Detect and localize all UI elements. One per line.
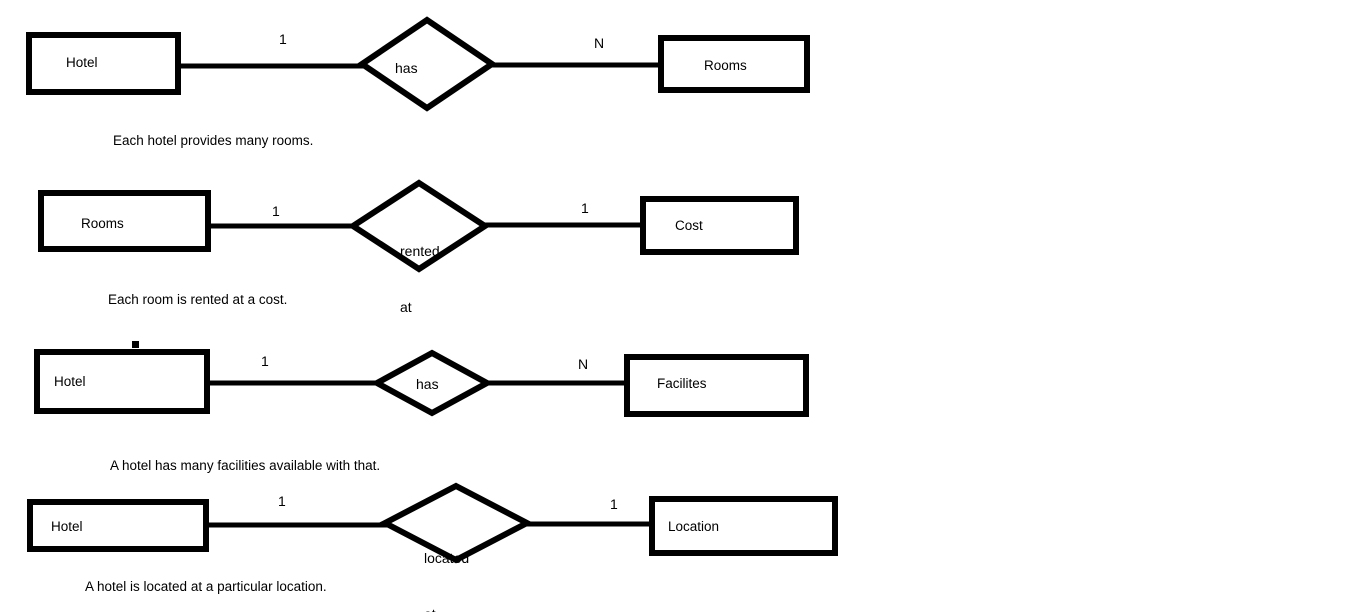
- er-diagram-canvas: Hotel 1 has N Rooms Each hotel provides …: [0, 0, 1360, 612]
- relationship-diamond-has-row-1: [356, 16, 498, 112]
- caption-row-3: A hotel has many facilities available wi…: [110, 458, 381, 473]
- cardinality-right-row-1: N: [594, 35, 605, 51]
- relationship-label-line-1: rented: [400, 242, 440, 259]
- entity-label-cost-row-2: Cost: [675, 218, 703, 233]
- cardinality-right-row-3: N: [578, 356, 589, 372]
- cardinality-right-row-4: 1: [610, 496, 618, 512]
- cardinality-left-row-4: 1: [278, 493, 286, 509]
- cardinality-left-row-2: 1: [272, 203, 280, 219]
- relationship-label-row-4: located at: [424, 511, 469, 612]
- relationship-label-line-2: at: [424, 605, 469, 612]
- caption-row-1: Each hotel provides many rooms.: [113, 133, 314, 148]
- entity-label-location-row-4: Location: [668, 519, 720, 534]
- relationship-label-row-1: has: [395, 60, 418, 76]
- cardinality-left-row-3: 1: [261, 353, 269, 369]
- entity-box-hotel-row-1: [26, 32, 181, 95]
- entity-label-rooms-row-2: Rooms: [81, 216, 124, 231]
- caption-row-4: A hotel is located at a particular locat…: [85, 579, 327, 594]
- relationship-label-row-3: has: [416, 376, 439, 392]
- cardinality-right-row-2: 1: [581, 200, 589, 216]
- caption-row-2: Each room is rented at a cost.: [108, 292, 288, 307]
- entity-label-rooms-row-1: Rooms: [704, 58, 747, 73]
- entity-label-facilites-row-3: Facilites: [657, 376, 707, 391]
- relationship-label-line-2: at: [400, 299, 412, 316]
- relationship-label-row-2: rented at: [400, 204, 440, 355]
- relationship-label-line-1: located: [424, 549, 470, 566]
- entity-label-hotel-row-4: Hotel: [51, 519, 83, 534]
- cardinality-left-row-1: 1: [279, 31, 287, 47]
- entity-box-rooms-row-2: [38, 190, 211, 252]
- stray-tick-mark-row-3: [132, 341, 139, 348]
- entity-label-hotel-row-1: Hotel: [66, 55, 98, 70]
- entity-box-facilites-row-3: [624, 354, 809, 417]
- entity-box-cost-row-2: [640, 196, 799, 255]
- relationship-group-row-1: [26, 16, 810, 112]
- entity-label-hotel-row-3: Hotel: [54, 374, 86, 389]
